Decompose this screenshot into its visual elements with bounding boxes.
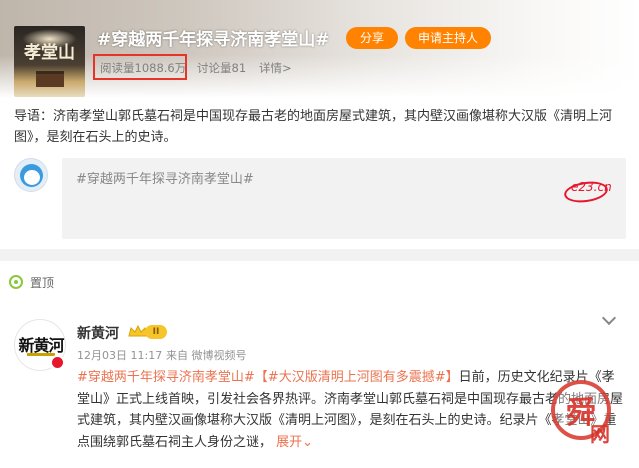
post-composer: #穿越两千年探寻济南孝堂山#	[0, 148, 639, 249]
post-tag-sub[interactable]: 【#大汉版清明上河图有多震撼#】	[255, 370, 459, 385]
post-timestamp[interactable]: 12月03日 11:17	[77, 347, 162, 363]
post-source: 来自 微博视频号	[166, 349, 247, 362]
detail-link[interactable]: 详情>	[259, 60, 292, 76]
avatar-face-inner	[24, 170, 40, 185]
current-user-avatar[interactable]	[14, 158, 48, 192]
avatar-logo-bar	[27, 353, 55, 356]
post-tag-topic[interactable]: #穿越两千年探寻济南孝堂山#	[77, 370, 255, 385]
apply-host-button[interactable]: 申请主持人	[405, 27, 491, 49]
member-level-badge: II	[145, 325, 167, 339]
topic-title: #穿越两千年探寻济南孝堂山#	[97, 30, 330, 50]
watermark-net: 网	[590, 422, 610, 446]
intro-text: 导语：济南孝堂山郭氏墓石祠是中国现存最古老的地面房屋式建筑，其内壁汉画像堪称大汉…	[14, 109, 613, 145]
cover-shrine	[36, 71, 64, 87]
pin-icon	[9, 275, 23, 289]
watermark-site-mark: e23.cn	[571, 180, 612, 194]
chevron-down-icon[interactable]	[601, 310, 617, 326]
read-count: 阅读量1088.6万	[100, 61, 187, 75]
topic-header: 孝堂山 #穿越两千年探寻济南孝堂山# 分享 申请主持人 阅读量1088.6万 讨…	[0, 0, 639, 98]
topic-cover-image[interactable]: 孝堂山	[14, 26, 85, 97]
discuss-count: 讨论量81	[197, 61, 247, 75]
share-button[interactable]: 分享	[346, 27, 398, 49]
expand-link[interactable]: 展开⌄	[276, 435, 313, 450]
feed: 置顶 新黄河 新黄河 II 12月03日 11:17 来自 微博视频号 #穿越两…	[0, 261, 639, 468]
post-body: #穿越两千年探寻济南孝堂山#【#大汉版清明上河图有多震撼#】日前，历史文化纪录片…	[77, 367, 625, 453]
composer-text: #穿越两千年探寻济南孝堂山#	[76, 172, 254, 187]
composer-input[interactable]: #穿越两千年探寻济南孝堂山#	[62, 158, 626, 239]
cover-logo-text: 孝堂山	[24, 43, 75, 63]
post-author-name[interactable]: 新黄河	[77, 323, 119, 343]
verified-badge-icon	[50, 355, 65, 370]
topic-intro: 导语：济南孝堂山郭氏墓石祠是中国现存最古老的地面房屋式建筑，其内壁汉画像堪称大汉…	[0, 98, 639, 148]
pinned-label: 置顶	[30, 276, 55, 290]
